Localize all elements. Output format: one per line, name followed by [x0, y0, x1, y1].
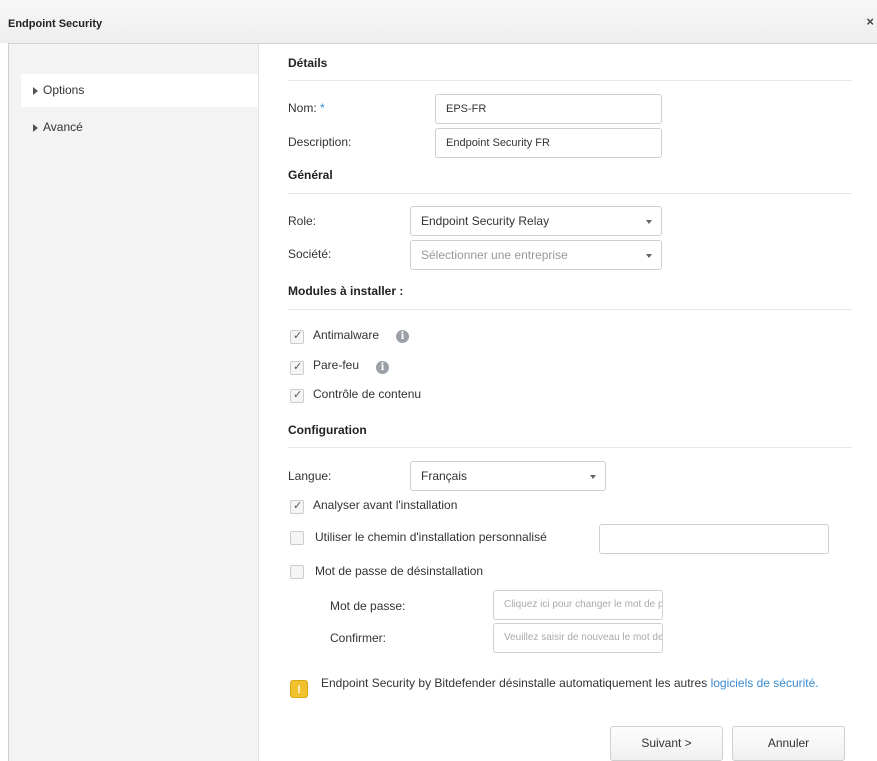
custom-path-label[interactable]: Utiliser le chemin d'installation person…	[315, 530, 547, 544]
content-control-label[interactable]: Contrôle de contenu	[313, 387, 421, 401]
company-select-placeholder: Sélectionner une entreprise	[421, 248, 568, 262]
sidebar-item-avance[interactable]: Avancé	[21, 111, 258, 144]
dropdown-arrow-icon	[590, 475, 596, 479]
section-title-general: Général	[288, 168, 333, 182]
endpoint-security-dialog: Endpoint Security × Options Avancé Détai…	[0, 0, 877, 761]
confirm-label: Confirmer:	[330, 631, 387, 645]
antimalware-checkbox[interactable]	[290, 329, 304, 344]
caret-right-icon	[33, 86, 38, 95]
warning-icon: !	[290, 680, 308, 698]
role-select[interactable]: Endpoint Security Relay	[410, 206, 662, 236]
sidebar-item-options[interactable]: Options	[21, 74, 258, 107]
description-label: Description:	[288, 135, 352, 149]
close-icon[interactable]: ×	[866, 14, 874, 29]
section-title-modules: Modules à installer :	[288, 284, 404, 298]
dropdown-arrow-icon	[646, 220, 652, 224]
next-button[interactable]: Suivant >	[610, 726, 723, 761]
required-marker: *	[320, 101, 325, 115]
language-select[interactable]: Français	[410, 461, 606, 491]
section-title-details: Détails	[288, 56, 328, 70]
company-label: Société:	[288, 247, 332, 261]
firewall-checkbox[interactable]	[290, 360, 304, 375]
antimalware-label[interactable]: Antimalware	[313, 328, 379, 342]
divider	[288, 309, 852, 310]
firewall-label[interactable]: Pare-feu	[313, 358, 359, 372]
company-select[interactable]: Sélectionner une entreprise	[410, 240, 662, 270]
notice-text: Endpoint Security by Bitdefender désinst…	[321, 676, 711, 690]
dropdown-arrow-icon	[646, 254, 652, 258]
info-icon[interactable]: i	[396, 330, 409, 343]
info-icon[interactable]: i	[376, 361, 389, 374]
scan-before-install-label[interactable]: Analyser avant l'installation	[313, 498, 457, 512]
description-field[interactable]: Endpoint Security FR	[435, 128, 662, 158]
dialog-title: Endpoint Security	[8, 18, 103, 30]
password-field[interactable]: Cliquez ici pour changer le mot de passe	[493, 590, 663, 620]
dialog-left-border	[0, 43, 9, 761]
name-field[interactable]: EPS-FR	[435, 94, 662, 124]
divider	[288, 193, 852, 194]
scan-before-install-checkbox[interactable]	[290, 499, 304, 514]
content-control-checkbox[interactable]	[290, 388, 304, 403]
section-title-configuration: Configuration	[288, 423, 367, 437]
custom-path-checkbox[interactable]	[290, 531, 304, 545]
uninstall-password-checkbox[interactable]	[290, 565, 304, 579]
confirm-password-field[interactable]: Veuillez saisir de nouveau le mot de pas…	[493, 623, 663, 653]
name-label-text: Nom:	[288, 101, 317, 115]
language-select-value: Français	[421, 469, 468, 483]
sidebar: Options Avancé	[9, 44, 259, 761]
dialog-titlebar: Endpoint Security ×	[0, 0, 877, 44]
divider	[288, 447, 852, 448]
cancel-button[interactable]: Annuler	[732, 726, 845, 761]
security-software-link[interactable]: logiciels de sécurité.	[711, 676, 819, 690]
role-label: Role:	[288, 214, 317, 228]
language-label: Langue:	[288, 469, 332, 483]
sidebar-item-label: Avancé	[43, 120, 83, 134]
name-label: Nom: *	[288, 101, 325, 115]
uninstall-password-label[interactable]: Mot de passe de désinstallation	[315, 564, 483, 578]
caret-right-icon	[33, 123, 38, 132]
sidebar-item-label: Options	[43, 83, 85, 97]
uninstall-notice: Endpoint Security by Bitdefender désinst…	[321, 675, 821, 692]
role-select-value: Endpoint Security Relay	[421, 214, 550, 228]
password-label: Mot de passe:	[330, 599, 406, 613]
divider	[288, 80, 852, 81]
custom-path-field[interactable]	[599, 524, 829, 554]
